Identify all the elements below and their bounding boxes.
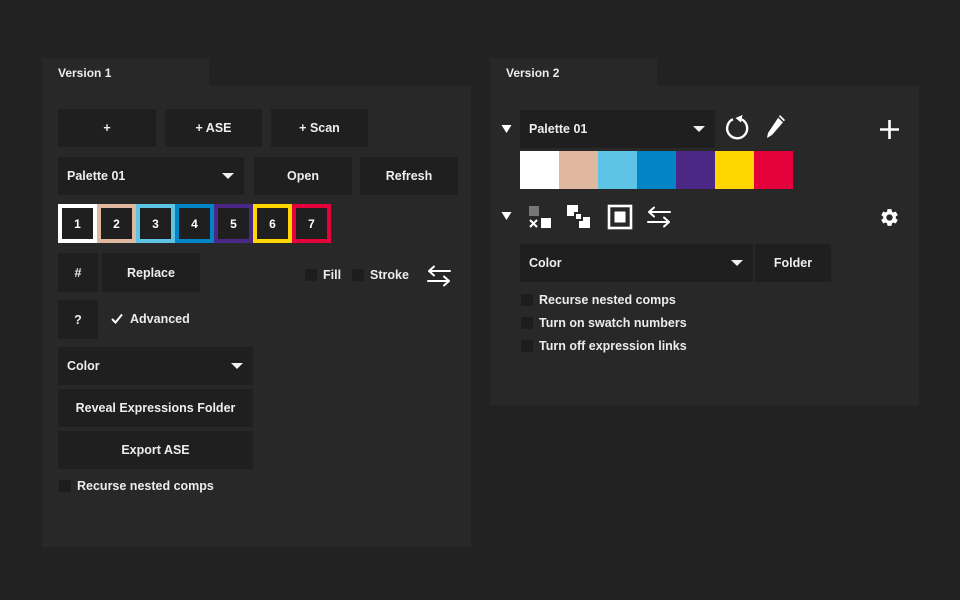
v2-swatch-7[interactable] bbox=[754, 151, 793, 189]
v2-swatch-5[interactable] bbox=[676, 151, 715, 189]
advanced-label: Advanced bbox=[130, 312, 190, 326]
advanced-check-icon[interactable] bbox=[111, 313, 123, 324]
swatch-chip-label: 4 bbox=[179, 208, 210, 239]
add-icon[interactable] bbox=[880, 120, 899, 139]
folder-button[interactable]: Folder bbox=[755, 244, 831, 282]
replace-button[interactable]: Replace bbox=[102, 253, 200, 292]
v2-swatch-2[interactable] bbox=[559, 151, 598, 189]
v2-option-label-2: Turn on swatch numbers bbox=[539, 316, 687, 330]
remove-swatch-icon[interactable] bbox=[527, 204, 553, 230]
v1-color-select-value: Color bbox=[67, 359, 100, 373]
stroke-label: Stroke bbox=[370, 268, 409, 282]
v2-option-checkbox-3[interactable] bbox=[521, 340, 533, 352]
open-button[interactable]: Open bbox=[254, 157, 352, 195]
swap-arrows-icon[interactable] bbox=[426, 265, 452, 287]
swap-arrows-icon[interactable] bbox=[646, 206, 672, 228]
v1-recurse-checkbox[interactable] bbox=[59, 480, 71, 492]
swap-swatches-icon[interactable] bbox=[566, 204, 592, 230]
swatch-chip-label: 6 bbox=[257, 208, 288, 239]
fill-stroke-icon[interactable] bbox=[607, 204, 633, 230]
swatch-chip-7[interactable]: 7 bbox=[292, 204, 331, 243]
v2-option-checkbox-2[interactable] bbox=[521, 317, 533, 329]
v1-recurse-label: Recurse nested comps bbox=[77, 479, 214, 493]
v2-swatch-3[interactable] bbox=[598, 151, 637, 189]
swatch-chip-label: 7 bbox=[296, 208, 327, 239]
add-scan-button[interactable]: + Scan bbox=[271, 109, 368, 147]
swatch-chip-2[interactable]: 2 bbox=[97, 204, 136, 243]
v2-palette-select-value: Palette 01 bbox=[529, 122, 588, 136]
v2-option-checkbox-1[interactable] bbox=[521, 294, 533, 306]
v2-option-label-3: Turn off expression links bbox=[539, 339, 687, 353]
v2-swatch-4[interactable] bbox=[637, 151, 676, 189]
swatch-chip-5[interactable]: 5 bbox=[214, 204, 253, 243]
swatch-chip-label: 2 bbox=[101, 208, 132, 239]
v2-palette-select[interactable]: Palette 01 bbox=[520, 110, 715, 148]
v1-panel bbox=[42, 86, 471, 547]
pencil-icon[interactable] bbox=[764, 113, 788, 141]
v2-tab[interactable]: Version 2 bbox=[490, 58, 657, 89]
reveal-expressions-folder-button[interactable]: Reveal Expressions Folder bbox=[58, 389, 253, 427]
chevron-down-icon bbox=[222, 173, 234, 179]
swatch-chip-4[interactable]: 4 bbox=[175, 204, 214, 243]
swatch-chip-1[interactable]: 1 bbox=[58, 204, 97, 243]
collapse-triangle-icon[interactable] bbox=[501, 211, 512, 221]
v2-option-label-1: Recurse nested comps bbox=[539, 293, 676, 307]
v2-swatch-1[interactable] bbox=[520, 151, 559, 189]
chevron-down-icon bbox=[731, 260, 743, 266]
refresh-icon[interactable] bbox=[723, 114, 751, 142]
chevron-down-icon bbox=[693, 126, 705, 132]
swatch-chip-3[interactable]: 3 bbox=[136, 204, 175, 243]
fill-label: Fill bbox=[323, 268, 342, 282]
v1-palette-select[interactable]: Palette 01 bbox=[58, 157, 244, 195]
swatch-chip-label: 3 bbox=[140, 208, 171, 239]
v1-palette-select-value: Palette 01 bbox=[67, 169, 126, 183]
refresh-button[interactable]: Refresh bbox=[360, 157, 458, 195]
fill-checkbox[interactable] bbox=[305, 269, 317, 281]
export-ase-button[interactable]: Export ASE bbox=[58, 431, 253, 469]
swatch-chip-label: 5 bbox=[218, 208, 249, 239]
v2-color-select-value: Color bbox=[529, 256, 562, 270]
v2-color-select[interactable]: Color bbox=[520, 244, 753, 282]
add-ase-button[interactable]: + ASE bbox=[165, 109, 262, 147]
add-button[interactable]: + bbox=[58, 109, 156, 147]
v2-swatch-6[interactable] bbox=[715, 151, 754, 189]
stroke-checkbox[interactable] bbox=[352, 269, 364, 281]
swatch-chip-6[interactable]: 6 bbox=[253, 204, 292, 243]
chevron-down-icon bbox=[231, 363, 243, 369]
gear-icon[interactable] bbox=[879, 207, 900, 228]
swatch-chip-label: 1 bbox=[62, 208, 93, 239]
hash-button[interactable]: # bbox=[58, 253, 98, 292]
help-button[interactable]: ? bbox=[58, 300, 98, 339]
collapse-triangle-icon[interactable] bbox=[501, 124, 512, 134]
v1-color-select[interactable]: Color bbox=[58, 347, 253, 385]
v1-tab[interactable]: Version 1 bbox=[42, 58, 209, 89]
